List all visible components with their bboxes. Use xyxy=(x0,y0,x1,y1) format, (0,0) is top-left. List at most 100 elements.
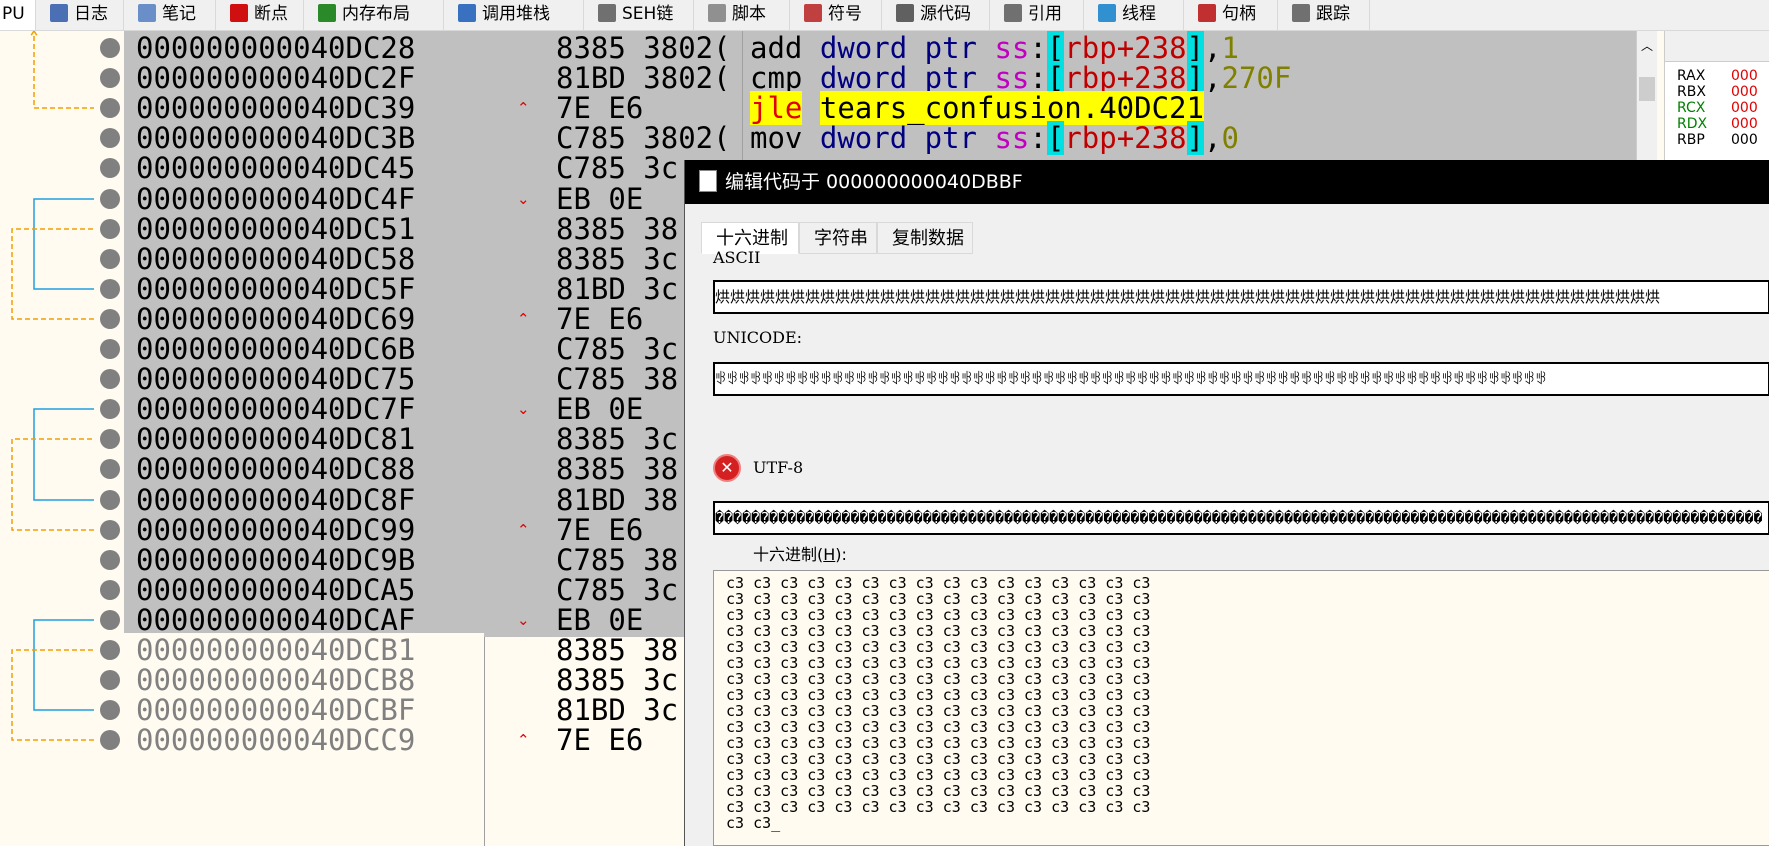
hex-editor[interactable]: c3 c3 c3 c3 c3 c3 c3 c3 c3 c3 c3 c3 c3 c… xyxy=(713,570,1769,846)
address-cell[interactable]: 000000000040DC4F xyxy=(124,182,484,216)
tab-references[interactable]: 引用 xyxy=(990,0,1084,30)
register-row[interactable]: RBX 000 xyxy=(1665,84,1769,100)
tab-threads[interactable]: 线程 xyxy=(1084,0,1184,30)
bytes-cell[interactable]: 8385 3802( xyxy=(484,31,744,65)
address-cell[interactable]: 000000000040DC7F xyxy=(124,392,484,426)
address-cell[interactable]: 000000000040DCB1 xyxy=(124,633,484,667)
scroll-up-icon[interactable]: ︿ xyxy=(1641,37,1653,54)
mnemonic: jle xyxy=(750,91,803,125)
instruction-line[interactable]: jle tears_confusion.40DC21 xyxy=(750,91,1204,125)
breakpoint-dot-icon[interactable] xyxy=(100,490,120,510)
immediate: 270F xyxy=(1221,61,1292,95)
address-cell[interactable]: 000000000040DC58 xyxy=(124,242,484,276)
breakpoint-dot-icon[interactable] xyxy=(100,700,120,720)
address-cell[interactable]: 000000000040DCC9 xyxy=(124,723,484,757)
breakpoint-dot-icon[interactable] xyxy=(100,98,120,118)
address-cell[interactable]: 000000000040DC39 xyxy=(124,91,484,125)
tab-hex-label: 十六进制 xyxy=(716,228,788,249)
address-cell[interactable]: 000000000040DC9B xyxy=(124,543,484,577)
tab-cpu[interactable]: PU xyxy=(0,0,36,30)
breakpoint-dot-icon[interactable] xyxy=(100,369,120,389)
breakpoint-dot-icon[interactable] xyxy=(100,459,120,479)
register-pane: RAX 000 RBX 000 RCX 000 RDX 000 RBP 000 xyxy=(1664,31,1769,171)
operand-size: dword ptr xyxy=(819,61,977,95)
tab-label: 调用堆栈 xyxy=(482,4,550,24)
breakpoint-dot-icon[interactable] xyxy=(100,309,120,329)
address-cell[interactable]: 000000000040DC45 xyxy=(124,151,484,185)
instruction-line[interactable]: add dword ptr ss:[rbp+238],1 xyxy=(750,31,1239,65)
jump-arrow-loop xyxy=(11,228,94,320)
breakpoint-dot-icon[interactable] xyxy=(100,128,120,148)
breakpoint-dot-icon[interactable] xyxy=(100,399,120,419)
address-cell[interactable]: 000000000040DC99 xyxy=(124,513,484,547)
breakpoint-dot-icon[interactable] xyxy=(100,429,120,449)
unicode-value: ꃃꃃꃃꃃꃃꃃꃃꃃꃃꃃꃃꃃꃃꃃꃃꃃꃃꃃꃃꃃꃃꃃꃃꃃꃃꃃꃃꃃꃃꃃꃃꃃꃃꃃꃃꃃꃃꃃꃃꃃ… xyxy=(715,370,1548,388)
ascii-field[interactable]: 烘烘烘烘烘烘烘烘烘烘烘烘烘烘烘烘烘烘烘烘烘烘烘烘烘烘烘烘烘烘烘烘烘烘烘烘烘烘烘烘… xyxy=(713,280,1769,314)
address-cell[interactable]: 000000000040DC5F xyxy=(124,272,484,306)
unicode-field[interactable]: ꃃꃃꃃꃃꃃꃃꃃꃃꃃꃃꃃꃃꃃꃃꃃꃃꃃꃃꃃꃃꃃꃃꃃꃃꃃꃃꃃꃃꃃꃃꃃꃃꃃꃃꃃꃃꃃꃃꃃꃃ… xyxy=(713,362,1769,396)
breakpoint-dot-icon[interactable] xyxy=(100,219,120,239)
tab-log[interactable]: 日志 xyxy=(36,0,124,30)
bytes-cell[interactable]: C785 3802( xyxy=(484,121,744,155)
instruction-line[interactable]: mov dword ptr ss:[rbp+238],0 xyxy=(750,121,1239,155)
tab-trace[interactable]: 跟踪 xyxy=(1278,0,1370,30)
register-row[interactable]: RDX 000 xyxy=(1665,116,1769,132)
address-cell[interactable]: 000000000040DC2F xyxy=(124,61,484,95)
address-cell[interactable]: 000000000040DCBF xyxy=(124,693,484,727)
breakpoint-dot-icon[interactable] xyxy=(100,279,120,299)
tab-notes[interactable]: 笔记 xyxy=(124,0,216,30)
address-cell[interactable]: 000000000040DCB8 xyxy=(124,663,484,697)
breakpoint-dot-icon[interactable] xyxy=(100,730,120,750)
tab-breakpoint[interactable]: 断点 xyxy=(216,0,304,30)
address-cell[interactable]: 000000000040DC6B xyxy=(124,332,484,366)
address-cell[interactable]: 000000000040DCA5 xyxy=(124,573,484,607)
address-cell[interactable]: 000000000040DC69 xyxy=(124,302,484,336)
register-row[interactable]: RAX 000 xyxy=(1665,68,1769,84)
tab-label: 笔记 xyxy=(162,4,196,24)
breakpoint-dot-icon[interactable] xyxy=(100,580,120,600)
dialog-title-bar[interactable]: 编辑代码于 000000000040DBBF xyxy=(685,160,1769,204)
address-cell[interactable]: 000000000040DC88 xyxy=(124,452,484,486)
address-cell[interactable]: 000000000040DC28 xyxy=(124,31,484,65)
address-cell[interactable]: 000000000040DCAF xyxy=(124,603,484,637)
jump-target[interactable]: tears_confusion.40DC21 xyxy=(819,91,1204,125)
breakpoint-dot-icon[interactable] xyxy=(100,550,120,570)
utf8-field[interactable]: ����������������������������������������… xyxy=(713,501,1769,535)
tab-seh-chain[interactable]: SEH链 xyxy=(584,0,694,30)
address-cell[interactable]: 000000000040DC3B xyxy=(124,121,484,155)
tab-handles[interactable]: 句柄 xyxy=(1184,0,1278,30)
breakpoint-dot-icon[interactable] xyxy=(100,249,120,269)
breakpoint-dot-icon[interactable] xyxy=(100,520,120,540)
address-cell[interactable]: 000000000040DC51 xyxy=(124,212,484,246)
breakpoint-dot-icon[interactable] xyxy=(100,68,120,88)
branch-gutter xyxy=(0,31,124,846)
trace-icon xyxy=(1292,3,1310,22)
breakpoint-dot-icon[interactable] xyxy=(100,38,120,58)
address-cell[interactable]: 000000000040DC8F xyxy=(124,483,484,517)
tab-copy-data-label: 复制数据 xyxy=(892,228,964,249)
breakpoint-dot-icon[interactable] xyxy=(100,610,120,630)
breakpoint-dot-icon[interactable] xyxy=(100,158,120,178)
breakpoint-dot-icon[interactable] xyxy=(100,189,120,209)
dialog-title: 编辑代码于 000000000040DBBF xyxy=(725,171,1023,193)
text-caret: _ xyxy=(771,814,781,832)
tab-source[interactable]: 源代码 xyxy=(882,0,990,30)
address-cell[interactable]: 000000000040DC81 xyxy=(124,422,484,456)
breakpoint-dot-icon[interactable] xyxy=(100,670,120,690)
instruction-line[interactable]: cmp dword ptr ss:[rbp+238],270F xyxy=(750,61,1291,95)
register-row[interactable]: RBP 000 xyxy=(1665,132,1769,148)
notes-icon xyxy=(138,3,156,22)
tab-string[interactable]: 字符串 xyxy=(799,222,877,254)
breakpoint-dot-icon[interactable] xyxy=(100,640,120,660)
tab-memory-map[interactable]: 内存布局 xyxy=(304,0,444,30)
tab-copy-data[interactable]: 复制数据 xyxy=(877,222,973,254)
scroll-thumb[interactable] xyxy=(1639,77,1655,101)
bytes-cell[interactable]: 81BD 3802( xyxy=(484,61,744,95)
utf8-value: ����������������������������������������… xyxy=(715,509,1763,527)
tab-symbols[interactable]: 符号 xyxy=(790,0,882,30)
breakpoint-dot-icon[interactable] xyxy=(100,339,120,359)
address-cell[interactable]: 000000000040DC75 xyxy=(124,362,484,396)
tab-script[interactable]: 脚本 xyxy=(694,0,790,30)
tab-call-stack[interactable]: 调用堆栈 xyxy=(444,0,584,30)
register-row[interactable]: RCX 000 xyxy=(1665,100,1769,116)
